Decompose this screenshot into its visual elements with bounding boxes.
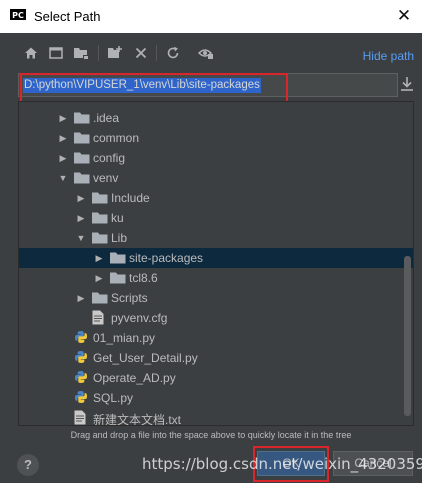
desktop-icon[interactable] — [47, 44, 65, 62]
chevron-down-icon[interactable]: ▼ — [58, 173, 68, 183]
folder-icon — [92, 232, 108, 244]
chevron-right-icon[interactable]: ▶ — [58, 133, 68, 143]
chevron-right-icon[interactable]: ▶ — [76, 293, 86, 303]
cancel-button[interactable]: Cancel — [333, 451, 413, 476]
delete-icon[interactable] — [132, 44, 150, 62]
pycharm-app-icon: PC — [10, 8, 26, 25]
folder-icon — [74, 112, 90, 124]
tree-item-label: Include — [111, 191, 150, 205]
toolbar: Hide path — [0, 40, 422, 66]
tree-item-common[interactable]: ▶ common — [19, 128, 413, 148]
tree-scrollbar[interactable] — [404, 256, 411, 416]
tree-item-label: ku — [111, 211, 124, 225]
project-folder-icon[interactable] — [72, 44, 90, 62]
folder-icon — [110, 252, 126, 264]
help-button[interactable]: ? — [17, 454, 39, 476]
python-file-icon — [74, 330, 87, 345]
tree-item-pyvenv-cfg[interactable]: pyvenv.cfg — [19, 308, 413, 328]
tree-item-label: 01_mian.py — [93, 331, 156, 345]
close-button[interactable]: ✕ — [394, 6, 414, 26]
drag-drop-hint: Drag and drop a file into the space abov… — [70, 430, 352, 440]
hide-path-link[interactable]: Hide path — [363, 49, 414, 63]
tree-item-label: venv — [93, 171, 119, 185]
python-file-icon — [74, 390, 87, 405]
toolbar-separator — [156, 45, 157, 61]
tree-item-scripts[interactable]: ▶ Scripts — [19, 288, 413, 308]
chevron-down-icon[interactable]: ▼ — [76, 233, 86, 243]
highlight-box-ok — [253, 446, 329, 482]
chevron-right-icon[interactable]: ▶ — [94, 273, 104, 283]
tree-item-label: Operate_AD.py — [93, 371, 176, 385]
tree-item-label: SQL.py — [93, 391, 134, 405]
tree-item-sql-py[interactable]: SQL.py — [19, 388, 413, 408]
python-file-icon — [74, 350, 87, 365]
tree-item-idea[interactable]: ▶ .idea — [19, 108, 413, 128]
download-icon[interactable] — [400, 76, 416, 94]
chevron-right-icon[interactable]: ▶ — [76, 213, 86, 223]
folder-icon — [74, 152, 90, 164]
tree-item-label: Lib — [111, 231, 128, 245]
tree-item-label: site-packages — [129, 251, 204, 265]
tree-item-label: Scripts — [111, 291, 148, 305]
file-tree[interactable]: ▶ .idea ▶ common ▶ config ▼ venv ▶ Include ▶ ku ▼ Lib… — [18, 101, 414, 426]
python-file-icon — [74, 370, 87, 385]
tree-item-label: common — [93, 131, 140, 145]
tree-item-01-mian-py[interactable]: 01_mian.py — [19, 328, 413, 348]
tree-item-label: Get_User_Detail.py — [93, 351, 198, 365]
tree-item-tcl8-6[interactable]: ▶ tcl8.6 — [19, 268, 413, 288]
folder-icon — [92, 212, 108, 224]
tree-item-ku[interactable]: ▶ ku — [19, 208, 413, 228]
tree-item-label: 新建文本文档.txt — [93, 413, 182, 426]
chevron-right-icon[interactable]: ▶ — [58, 153, 68, 163]
folder-icon — [92, 192, 108, 204]
chevron-right-icon[interactable]: ▶ — [76, 193, 86, 203]
folder-icon — [74, 132, 90, 144]
home-icon[interactable] — [22, 44, 40, 62]
folder-icon — [110, 272, 126, 284]
tree-item-operate-ad-py[interactable]: Operate_AD.py — [19, 368, 413, 388]
tree-item-label: .idea — [93, 111, 120, 125]
tree-item-lib[interactable]: ▼ Lib — [19, 228, 413, 248]
tree-item-label: config — [93, 151, 126, 165]
tree-item-venv[interactable]: ▼ venv — [19, 168, 413, 188]
title-bar: PC Select Path ✕ — [0, 0, 422, 33]
folder-icon — [74, 172, 90, 184]
tree-item-label: pyvenv.cfg — [111, 311, 168, 325]
tree-item-txt[interactable]: 新建文本文档.txt — [19, 408, 413, 426]
tree-item-config[interactable]: ▶ config — [19, 148, 413, 168]
tree-item-get-user-detail-py[interactable]: Get_User_Detail.py — [19, 348, 413, 368]
window-title: Select Path — [34, 9, 101, 24]
show-hidden-icon[interactable] — [197, 44, 215, 62]
toolbar-separator — [98, 45, 99, 61]
text-file-icon — [92, 310, 104, 325]
refresh-icon[interactable] — [164, 44, 182, 62]
tree-item-include[interactable]: ▶ Include — [19, 188, 413, 208]
chevron-right-icon[interactable]: ▶ — [94, 253, 104, 263]
chevron-right-icon[interactable]: ▶ — [58, 113, 68, 123]
tree-item-label: tcl8.6 — [129, 271, 158, 285]
folder-icon — [92, 292, 108, 304]
text-file-icon — [74, 410, 86, 425]
tree-item-site-packages[interactable]: ▶ site-packages — [19, 248, 413, 268]
new-folder-icon[interactable] — [106, 44, 124, 62]
